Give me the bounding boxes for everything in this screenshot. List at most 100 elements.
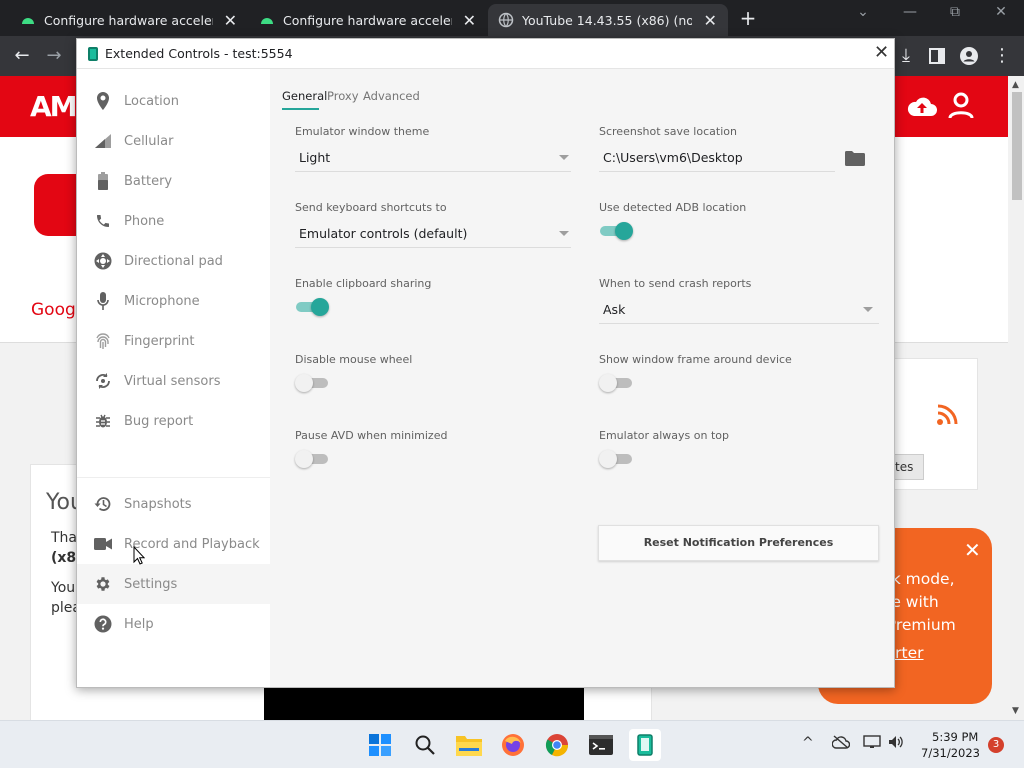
windows-taskbar: ^ 5:39 PM 7/31/2023 3 xyxy=(0,720,1024,768)
crash-reports-label: When to send crash reports xyxy=(599,277,752,290)
shortcuts-select-value[interactable]: Emulator controls (default) xyxy=(299,226,467,241)
sidebar-item-record-playback[interactable]: Record and Playback xyxy=(77,524,270,564)
reset-notification-preferences-button[interactable]: Reset Notification Preferences xyxy=(598,525,879,561)
tab-search-icon[interactable]: ⌄ xyxy=(848,4,878,20)
browser-tab[interactable]: Configure hardware acceleration ✕ xyxy=(10,4,248,36)
close-tab-icon[interactable]: ✕ xyxy=(702,11,718,30)
show-hidden-icons-icon[interactable]: ^ xyxy=(802,735,814,751)
chevron-down-icon[interactable] xyxy=(559,155,569,160)
chevron-down-icon[interactable] xyxy=(863,307,873,312)
always-on-top-toggle[interactable] xyxy=(599,449,633,469)
windows-start-icon[interactable] xyxy=(364,729,396,761)
new-tab-button[interactable]: + xyxy=(738,6,758,30)
chrome-menu-button[interactable]: ⋮ xyxy=(990,44,1014,68)
scroll-up-icon[interactable]: ▲ xyxy=(1012,80,1019,90)
forward-button[interactable]: → xyxy=(42,44,66,68)
close-tab-icon[interactable]: ✕ xyxy=(223,11,238,30)
terminal-icon[interactable] xyxy=(585,729,617,761)
sidebar-item-battery[interactable]: Battery xyxy=(77,161,270,201)
volume-icon[interactable] xyxy=(888,735,904,749)
cellular-signal-icon xyxy=(94,132,112,150)
tab-title: Configure hardware acceleration xyxy=(283,12,452,28)
browser-tab-active[interactable]: YouTube 14.43.55 (x86) (nodpi) (A ✕ xyxy=(488,4,728,36)
file-explorer-icon[interactable] xyxy=(453,729,485,761)
download-button[interactable]: ⤓ xyxy=(894,44,918,68)
profile-icon[interactable] xyxy=(957,44,981,68)
phone-icon xyxy=(94,212,112,230)
sidebar-item-location[interactable]: Location xyxy=(77,81,270,121)
cloud-upload-icon[interactable] xyxy=(906,94,938,118)
sidebar-item-phone[interactable]: Phone xyxy=(77,201,270,241)
dialog-close-button[interactable]: ✕ xyxy=(874,42,889,63)
close-tab-icon[interactable]: ✕ xyxy=(462,11,477,30)
user-account-icon[interactable] xyxy=(948,92,974,120)
tab-proxy[interactable]: Proxy xyxy=(327,89,359,103)
search-icon[interactable] xyxy=(409,729,441,761)
sidebar-item-microphone[interactable]: Microphone xyxy=(77,281,270,321)
video-area xyxy=(264,686,584,720)
tab-title: YouTube 14.43.55 (x86) (nodpi) (A xyxy=(522,12,693,28)
tab-advanced[interactable]: Advanced xyxy=(363,89,420,103)
minimize-button[interactable]: — xyxy=(895,4,925,20)
folder-icon[interactable] xyxy=(845,151,865,166)
window-frame-label: Show window frame around device xyxy=(599,353,792,366)
extended-controls-sidebar: Location Cellular Battery Phone Directio… xyxy=(77,69,270,687)
side-panel-icon[interactable] xyxy=(925,44,949,68)
close-promo-icon[interactable]: ✕ xyxy=(964,538,981,562)
site-logo[interactable]: AM xyxy=(30,90,78,123)
scroll-down-icon[interactable]: ▼ xyxy=(1012,706,1019,716)
pause-avd-toggle[interactable] xyxy=(295,449,329,469)
scrollbar-thumb[interactable] xyxy=(1012,92,1022,200)
sidebar-item-directional-pad[interactable]: Directional pad xyxy=(77,241,270,281)
clock-time[interactable]: 5:39 PM xyxy=(932,730,978,744)
emulator-app-icon xyxy=(88,47,98,61)
clipboard-label: Enable clipboard sharing xyxy=(295,277,432,290)
notification-badge[interactable]: 3 xyxy=(988,737,1004,753)
help-icon xyxy=(94,615,112,633)
location-pin-icon xyxy=(94,92,112,110)
sidebar-item-cellular[interactable]: Cellular xyxy=(77,121,270,161)
active-tab-indicator xyxy=(282,108,319,110)
mouse-cursor-icon xyxy=(133,546,145,565)
disable-mouse-wheel-toggle[interactable] xyxy=(295,373,329,393)
theme-label: Emulator window theme xyxy=(295,125,430,138)
clipboard-sharing-toggle[interactable] xyxy=(295,297,329,317)
browser-tab[interactable]: Configure hardware acceleration ✕ xyxy=(249,4,487,36)
dialog-titlebar[interactable]: Extended Controls - test:5554 ✕ xyxy=(77,39,894,69)
sidebar-item-snapshots[interactable]: Snapshots xyxy=(77,484,270,524)
dialog-title: Extended Controls - test:5554 xyxy=(105,46,293,61)
sidebar-item-label: Location xyxy=(124,93,179,109)
rotation-icon xyxy=(94,372,112,390)
sidebar-item-virtual-sensors[interactable]: Virtual sensors xyxy=(77,361,270,401)
firefox-icon[interactable] xyxy=(497,729,529,761)
developer-link[interactable]: Googl xyxy=(31,300,81,320)
cloud-offline-icon[interactable] xyxy=(832,735,850,749)
android-emulator-icon[interactable] xyxy=(629,729,661,761)
card-text-line: You xyxy=(51,580,76,596)
clock-date[interactable]: 7/31/2023 xyxy=(921,746,980,760)
tab-general[interactable]: General xyxy=(282,89,327,103)
sidebar-item-settings[interactable]: Settings xyxy=(77,564,270,604)
globe-favicon-icon xyxy=(498,12,514,28)
window-frame-toggle[interactable] xyxy=(599,373,633,393)
restore-button[interactable]: ⧉ xyxy=(940,4,970,20)
network-icon[interactable] xyxy=(863,735,881,749)
sidebar-item-help[interactable]: Help xyxy=(77,604,270,644)
adb-location-toggle[interactable] xyxy=(599,221,633,241)
back-button[interactable]: ← xyxy=(10,44,34,68)
always-on-top-label: Emulator always on top xyxy=(599,429,729,442)
crash-reports-select-value[interactable]: Ask xyxy=(603,302,625,317)
screenshot-location-value[interactable]: C:\Users\vm6\Desktop xyxy=(603,150,743,165)
sidebar-item-bug-report[interactable]: Bug report xyxy=(77,401,270,441)
chevron-down-icon[interactable] xyxy=(559,231,569,236)
sidebar-item-label: Virtual sensors xyxy=(124,373,221,389)
close-window-button[interactable]: ✕ xyxy=(986,4,1016,20)
rss-icon[interactable] xyxy=(936,404,958,426)
sidebar-item-fingerprint[interactable]: Fingerprint xyxy=(77,321,270,361)
theme-select-value[interactable]: Light xyxy=(299,150,330,165)
pause-avd-label: Pause AVD when minimized xyxy=(295,429,448,442)
android-studio-favicon-icon xyxy=(261,18,273,24)
card-text-line: Tha xyxy=(51,530,78,546)
microphone-icon xyxy=(94,292,112,310)
chrome-icon[interactable] xyxy=(541,729,573,761)
